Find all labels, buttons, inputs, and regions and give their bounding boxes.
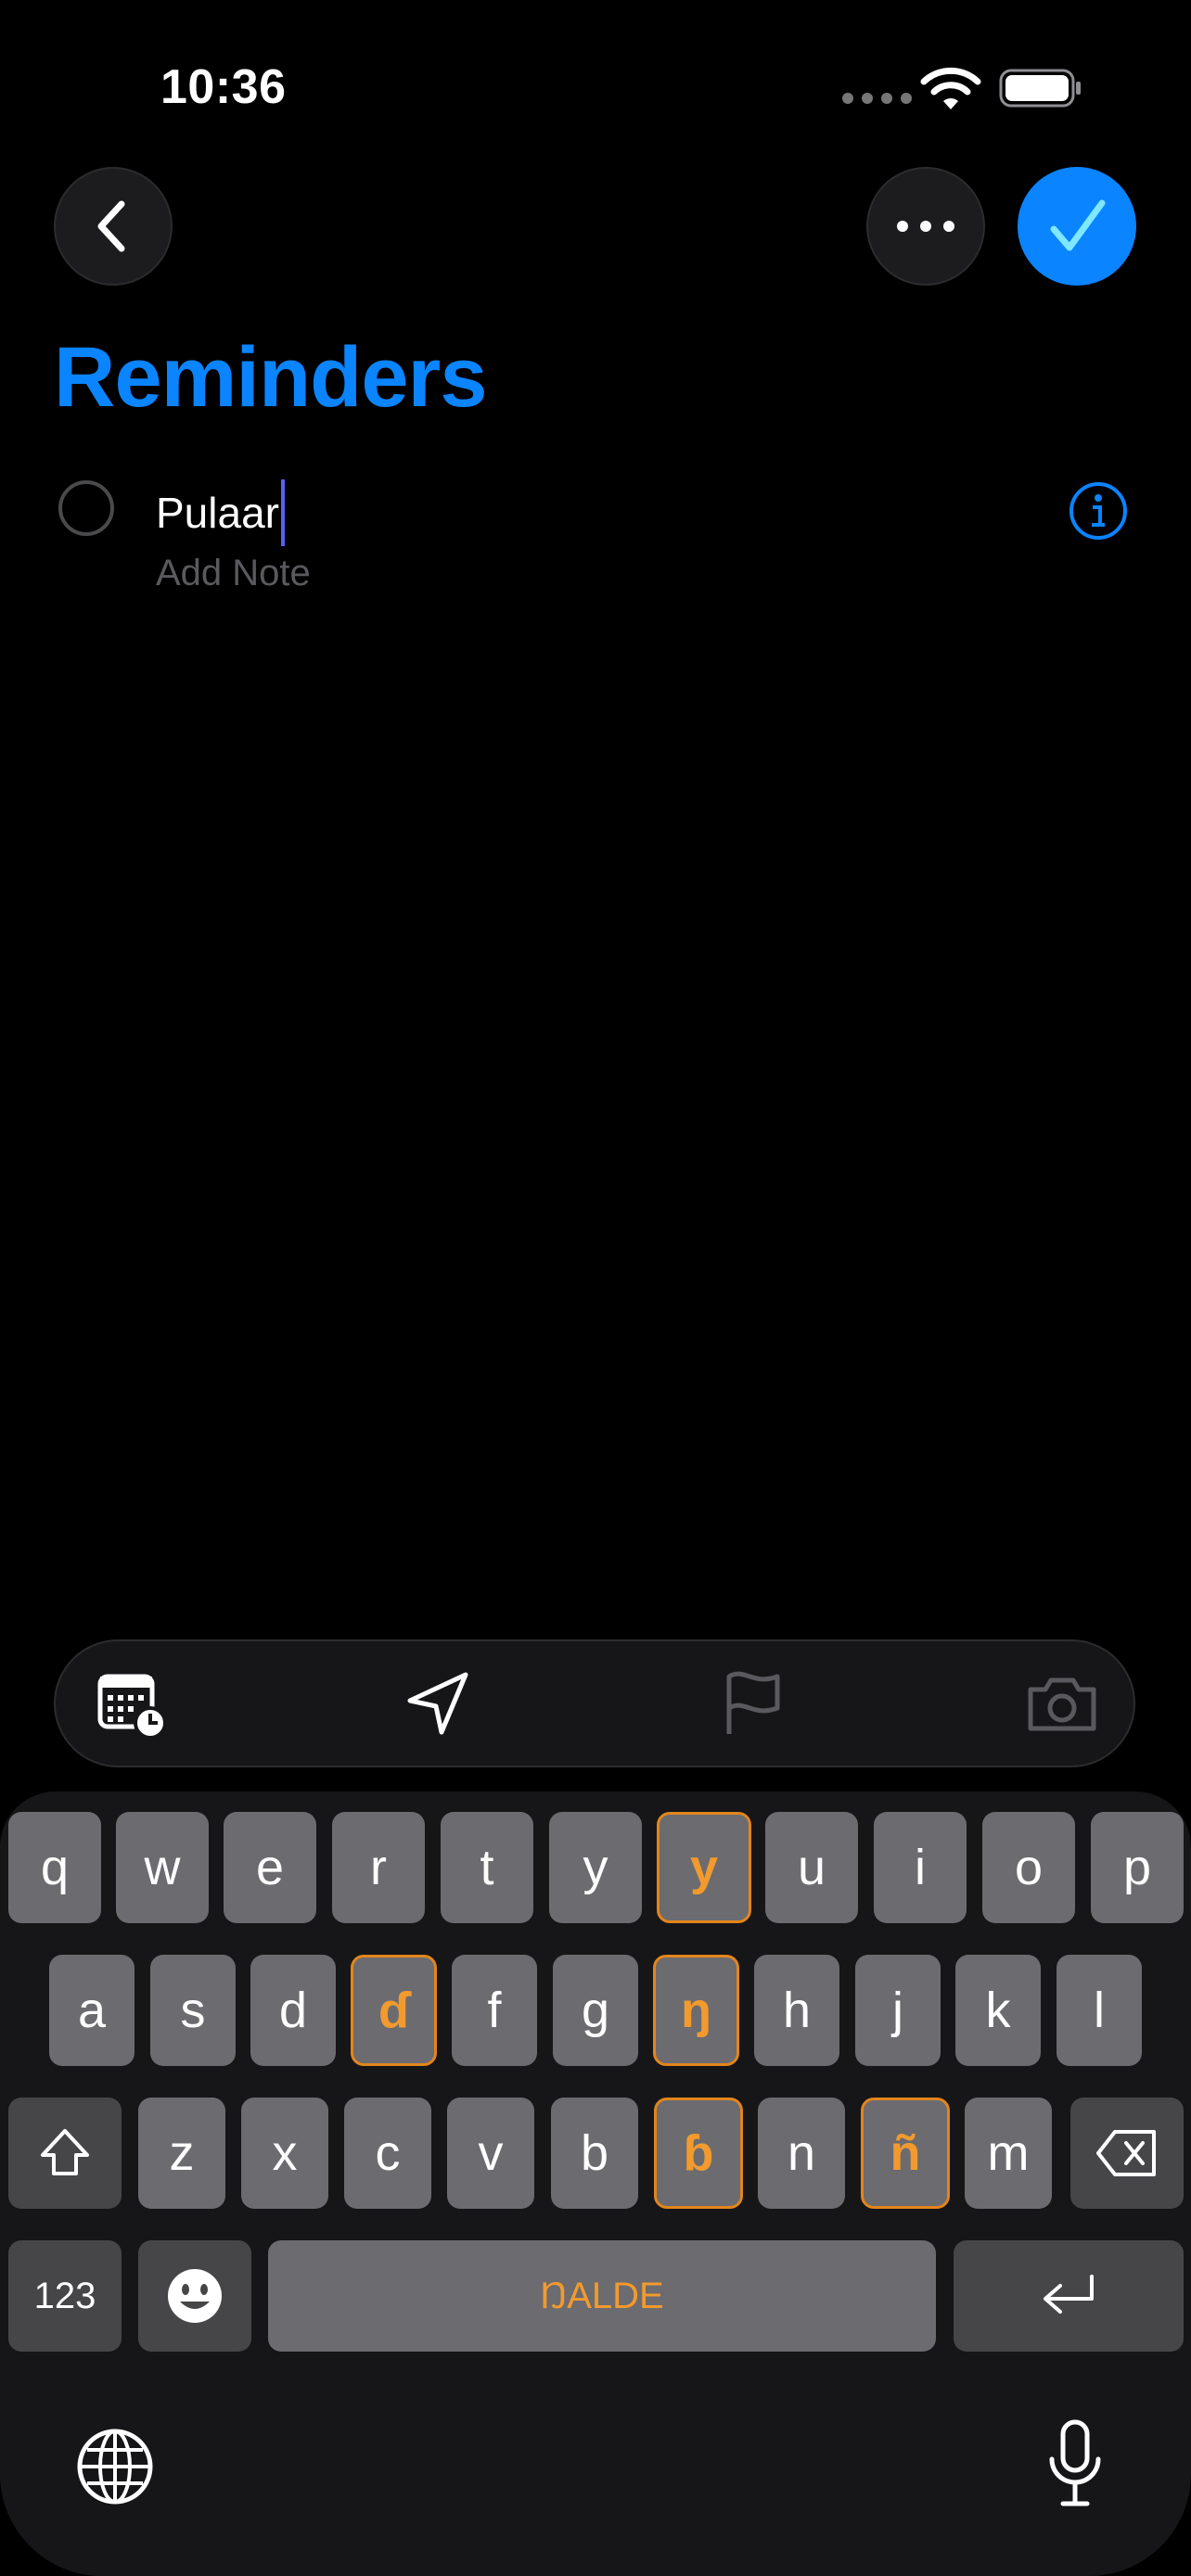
key-n-tilde[interactable]: ñ <box>861 2098 950 2209</box>
key-d[interactable]: d <box>250 1955 336 2066</box>
key-v[interactable]: v <box>447 2098 534 2209</box>
chevron-left-icon <box>97 200 125 252</box>
key-z[interactable]: z <box>138 2098 225 2209</box>
more-button[interactable] <box>866 167 985 286</box>
key-l[interactable]: l <box>1057 1955 1142 2066</box>
calendar-clock-icon[interactable] <box>95 1667 169 1741</box>
key-b[interactable]: b <box>551 2098 638 2209</box>
key-j[interactable]: j <box>855 1955 941 2066</box>
key-m[interactable]: m <box>965 2098 1052 2209</box>
key-t[interactable]: t <box>441 1812 533 1923</box>
key-i[interactable]: i <box>874 1812 967 1923</box>
text-caret <box>280 479 285 546</box>
key-c[interactable]: c <box>344 2098 431 2209</box>
microphone-icon[interactable] <box>1043 2418 1108 2511</box>
emoji-key[interactable] <box>138 2240 251 2352</box>
return-key[interactable] <box>954 2240 1184 2352</box>
flag-icon[interactable] <box>716 1667 790 1741</box>
cellular-signal-icon <box>842 93 912 104</box>
key-q[interactable]: q <box>8 1812 101 1923</box>
key-d-hook[interactable]: ɗ <box>351 1955 437 2066</box>
reminder-toolbar <box>54 1639 1135 1767</box>
add-note-field[interactable]: Add Note <box>156 553 311 594</box>
back-button[interactable] <box>54 167 173 286</box>
space-key[interactable]: ŊALDE <box>268 2240 936 2352</box>
reminder-title-text: Pulaar <box>156 489 279 537</box>
key-a[interactable]: a <box>49 1955 134 2066</box>
camera-icon[interactable] <box>1025 1667 1099 1741</box>
ellipsis-icon <box>897 221 954 232</box>
key-g[interactable]: g <box>553 1955 638 2066</box>
page-title: Reminders <box>54 330 487 425</box>
shift-key[interactable] <box>8 2098 122 2209</box>
key-r[interactable]: r <box>332 1812 425 1923</box>
key-f[interactable]: f <box>452 1955 537 2066</box>
reminder-complete-toggle[interactable] <box>58 480 114 536</box>
checkmark-icon <box>1050 199 1106 251</box>
globe-icon[interactable] <box>74 2426 156 2507</box>
return-icon <box>1044 2275 1094 2314</box>
done-button[interactable] <box>1018 167 1136 286</box>
key-e[interactable]: e <box>224 1812 316 1923</box>
emoji-icon <box>168 2269 222 2323</box>
key-eng[interactable]: ŋ <box>653 1955 739 2066</box>
key-y[interactable]: y <box>549 1812 642 1923</box>
battery-icon <box>999 69 1081 108</box>
numbers-key[interactable]: 123 <box>8 2240 122 2352</box>
location-arrow-icon[interactable] <box>401 1667 475 1741</box>
delete-icon <box>1096 2130 1156 2176</box>
key-x[interactable]: x <box>241 2098 328 2209</box>
key-h[interactable]: h <box>754 1955 839 2066</box>
key-u[interactable]: u <box>765 1812 858 1923</box>
delete-key[interactable] <box>1070 2098 1184 2209</box>
reminder-title-input[interactable]: Pulaar <box>156 479 285 546</box>
key-k[interactable]: k <box>955 1955 1041 2066</box>
status-time: 10:36 <box>160 60 287 114</box>
info-icon[interactable] <box>1068 480 1129 542</box>
key-s[interactable]: s <box>150 1955 236 2066</box>
key-b-hook[interactable]: ɓ <box>654 2098 743 2209</box>
shift-icon <box>41 2129 89 2175</box>
key-n[interactable]: n <box>758 2098 845 2209</box>
key-w[interactable]: w <box>116 1812 209 1923</box>
key-p[interactable]: p <box>1091 1812 1184 1923</box>
key-y-accent[interactable]: y <box>657 1812 751 1923</box>
key-o[interactable]: o <box>982 1812 1075 1923</box>
wifi-icon <box>920 67 981 109</box>
